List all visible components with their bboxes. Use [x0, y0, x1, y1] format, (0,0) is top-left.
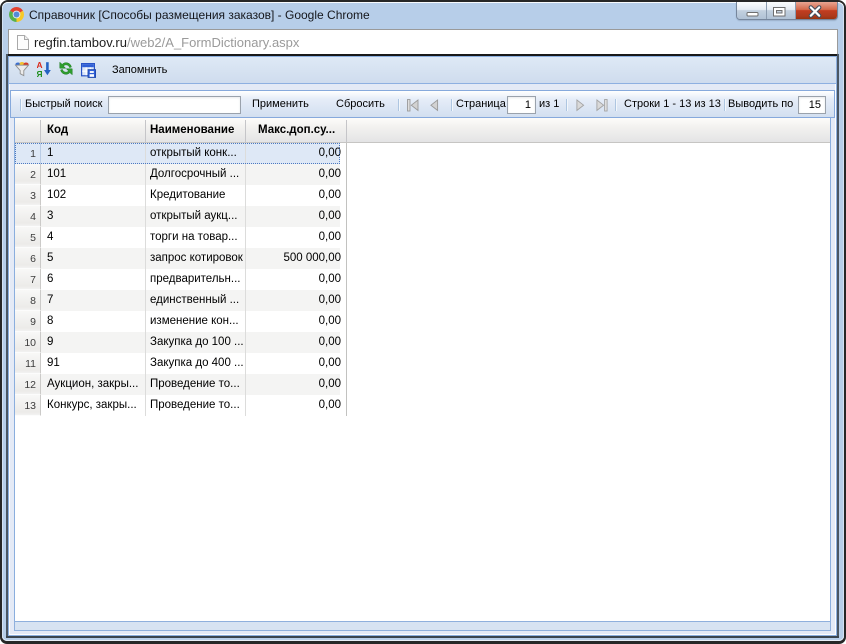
svg-text:Я: Я: [37, 69, 43, 78]
